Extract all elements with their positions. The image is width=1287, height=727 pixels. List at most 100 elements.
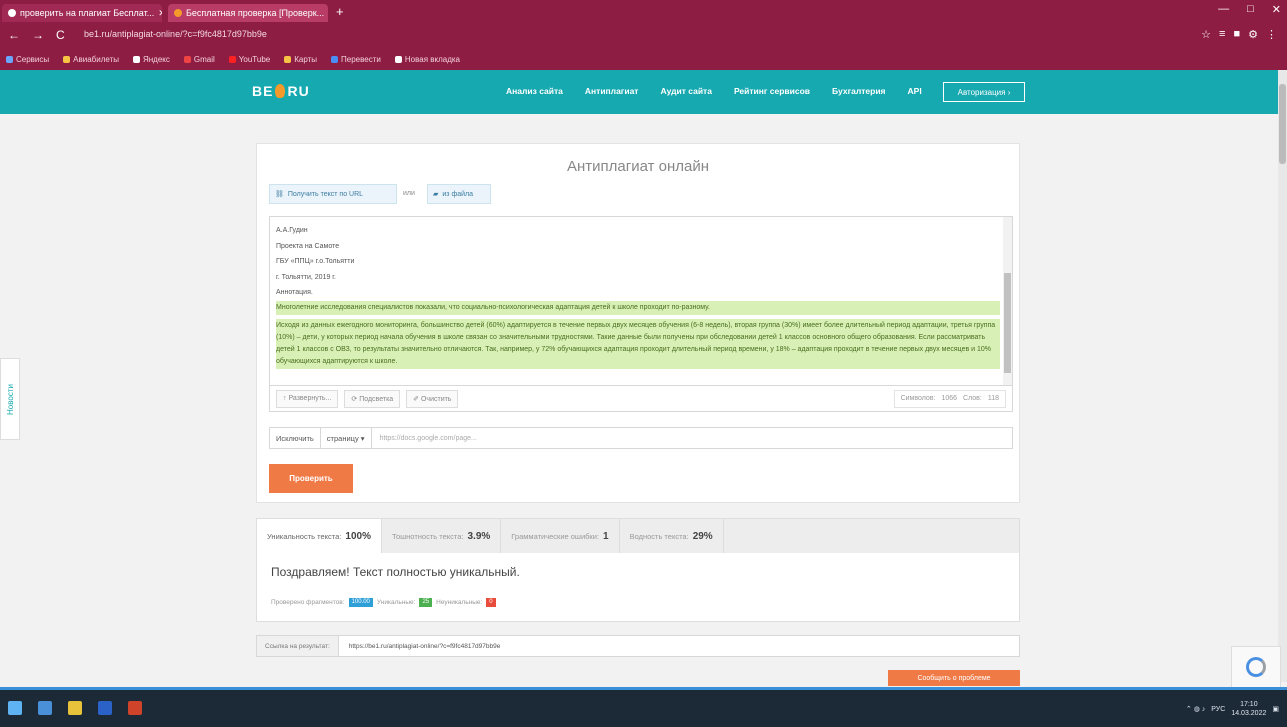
results-panel: Уникальность текста: 100% Тошнотность тек… <box>256 518 1020 622</box>
bookmark-star-icon[interactable]: ☆ <box>1201 28 1211 41</box>
nav-services-rating[interactable]: Рейтинг сервисов <box>734 86 810 96</box>
tab-title: проверить на плагиат Бесплат... <box>20 8 155 18</box>
menu-icon[interactable]: ⋮ <box>1266 28 1277 41</box>
exclude-label: Исключить <box>270 428 321 448</box>
textarea-scrollbar[interactable] <box>1003 217 1012 385</box>
bookmark-icon <box>63 55 71 63</box>
result-legend: Проверено фрагментов: 100.00 Уникальные:… <box>271 598 496 607</box>
recaptcha-icon <box>1246 657 1266 677</box>
recaptcha-badge[interactable] <box>1231 646 1281 688</box>
bookmark-item[interactable]: YouTube <box>228 55 270 64</box>
extensions-bar: ☆ ≡ ■ ⚙ ⋮ <box>1201 28 1277 41</box>
expand-button[interactable]: ↑ Развернуть... <box>276 389 339 408</box>
nav-antiplagiat[interactable]: Антиплагиат <box>585 86 639 96</box>
bookmark-item[interactable]: Новая вкладка <box>394 55 460 64</box>
chars-count: 1066 <box>941 395 958 402</box>
result-message: Поздравляем! Текст полностью уникальный. <box>271 565 520 579</box>
maximize-button[interactable]: □ <box>1247 3 1254 16</box>
back-button[interactable]: ← <box>8 28 20 42</box>
or-label: или <box>403 190 415 197</box>
results-tabs: Уникальность текста: 100% Тошнотность тек… <box>257 519 1019 553</box>
file-explorer-icon[interactable] <box>38 701 52 715</box>
site-logo[interactable]: BE RU <box>252 83 310 99</box>
browser-tab-1[interactable]: проверить на плагиат Бесплат... ✕ <box>2 4 162 22</box>
forward-button[interactable]: → <box>32 28 44 42</box>
youtube-icon <box>228 55 236 63</box>
tray-icons[interactable]: ⌃ ◍ ♪ <box>1186 705 1205 713</box>
load-from-url-button[interactable]: ⛓ Получить текст по URL <box>269 184 397 204</box>
address-bar-row: ← → C be1.ru/antiplagiat-online/?c=f9fc4… <box>0 24 1287 48</box>
text-toolbar: ↑ Развернуть... ⟳ Подсветка ✐ Очистить С… <box>269 386 1013 412</box>
load-from-file-button[interactable]: ▰ из файла <box>427 184 491 204</box>
highlight-button[interactable]: ⟳ Подсветка <box>344 389 401 408</box>
tab-uniqueness[interactable]: Уникальность текста: 100% <box>257 519 382 553</box>
report-problem-button[interactable]: Сообщить о проблеме <box>888 670 1020 686</box>
highlighted-paragraph: Многолетние исследования специалистов по… <box>276 300 1000 315</box>
tab-title: Бесплатная проверка [Проверк... <box>186 8 325 18</box>
windows-start-icon[interactable] <box>8 701 22 715</box>
favicon-icon <box>174 9 182 17</box>
notification-icon[interactable]: ▣ <box>1272 705 1279 713</box>
bookmark-item[interactable]: Сервисы <box>6 55 49 64</box>
login-button[interactable]: Авторизация › <box>943 82 1025 102</box>
powerpoint-icon[interactable] <box>128 701 142 715</box>
tab-nausea[interactable]: Тошнотность текста: 3.9% <box>382 519 502 553</box>
text-input-area[interactable]: А.А.Гудин Проекта на Самоте ГБУ «ППЦ» г.… <box>269 216 1013 386</box>
main-nav: Анализ сайта Антиплагиат Аудит сайта Рей… <box>506 86 922 96</box>
bookmarks-bar: Сервисы Авиабилеты Яндекс Gmail YouTube … <box>0 50 1287 68</box>
nonunique-badge: 0 <box>486 598 496 607</box>
nav-site-analysis[interactable]: Анализ сайта <box>506 86 563 96</box>
page-title: Антиплагиат онлайн <box>566 158 710 175</box>
extension-icon[interactable]: ≡ <box>1219 28 1225 41</box>
text-line: А.А.Гудин <box>276 227 308 234</box>
browser-icon[interactable] <box>68 701 82 715</box>
extension-icon[interactable]: ⚙ <box>1248 28 1258 41</box>
nav-api[interactable]: API <box>908 86 922 96</box>
new-tab-button[interactable]: + <box>336 4 344 19</box>
apps-icon <box>6 55 13 63</box>
close-window-button[interactable]: ✕ <box>1272 3 1281 16</box>
scrollbar-thumb[interactable] <box>1004 273 1011 373</box>
clock[interactable]: 17:10 14.03.2022 <box>1231 700 1266 718</box>
language-indicator[interactable]: РУС <box>1211 706 1225 713</box>
text-stats: Символов: 1066 Слов: 118 <box>893 389 1006 408</box>
text-line: Проекта на Самоте <box>276 242 340 250</box>
words-count: 118 <box>987 395 999 402</box>
exclude-row: Исключить страницу ▾ https://docs.google… <box>269 427 1013 449</box>
word-icon[interactable] <box>98 701 112 715</box>
extension-icon[interactable]: ■ <box>1233 28 1240 41</box>
bookmark-item[interactable]: Gmail <box>183 55 215 64</box>
exclude-url-input[interactable]: https://docs.google.com/page... <box>372 435 477 442</box>
flame-icon <box>275 84 286 98</box>
reload-button[interactable]: C <box>56 28 65 42</box>
clear-button[interactable]: ✐ Очистить <box>406 389 459 408</box>
close-tab-icon[interactable]: ✕ <box>158 8 162 19</box>
system-tray: ⌃ ◍ ♪ РУС 17:10 14.03.2022 ▣ <box>1186 700 1279 718</box>
browser-tab-2[interactable]: Бесплатная проверка [Проверк... ✕ <box>168 4 328 22</box>
news-side-tab[interactable]: Новости <box>0 358 20 440</box>
text-line: г. Тольятти, 2019 г. <box>276 273 336 281</box>
check-button[interactable]: Проверить <box>269 464 353 493</box>
result-link-input[interactable]: https://be1.ru/antiplagiat-online/?c=f9f… <box>339 643 501 650</box>
address-input[interactable]: be1.ru/antiplagiat-online/?c=f9fc4817d97… <box>84 29 267 39</box>
link-icon: ⛓ <box>275 191 284 198</box>
mail-icon <box>183 55 191 63</box>
highlighted-paragraph: Исходя из данных ежегодного мониторинга,… <box>276 318 1000 369</box>
bookmark-item[interactable]: Авиабилеты <box>63 55 119 64</box>
tab-water[interactable]: Водность текста: 29% <box>620 519 724 553</box>
browser-chrome: проверить на плагиат Бесплат... ✕ Беспла… <box>0 0 1287 70</box>
bookmark-item[interactable]: Карты <box>284 55 317 64</box>
bookmark-item[interactable]: Перевести <box>331 55 381 64</box>
unique-badge: 25 <box>419 598 433 607</box>
nav-site-audit[interactable]: Аудит сайта <box>660 86 711 96</box>
globe-icon <box>394 55 402 63</box>
exclude-type-select[interactable]: страницу ▾ <box>321 428 372 448</box>
page-scrollbar[interactable] <box>1278 70 1287 682</box>
text-line: Аннотация. <box>276 289 313 296</box>
bookmark-icon <box>132 55 140 63</box>
tab-grammar[interactable]: Грамматические ошибки: 1 <box>501 519 620 553</box>
minimize-button[interactable]: — <box>1218 3 1229 16</box>
bookmark-item[interactable]: Яндекс <box>132 55 170 64</box>
nav-accounting[interactable]: Бухгалтерия <box>832 86 886 96</box>
scrollbar-thumb[interactable] <box>1279 84 1286 164</box>
